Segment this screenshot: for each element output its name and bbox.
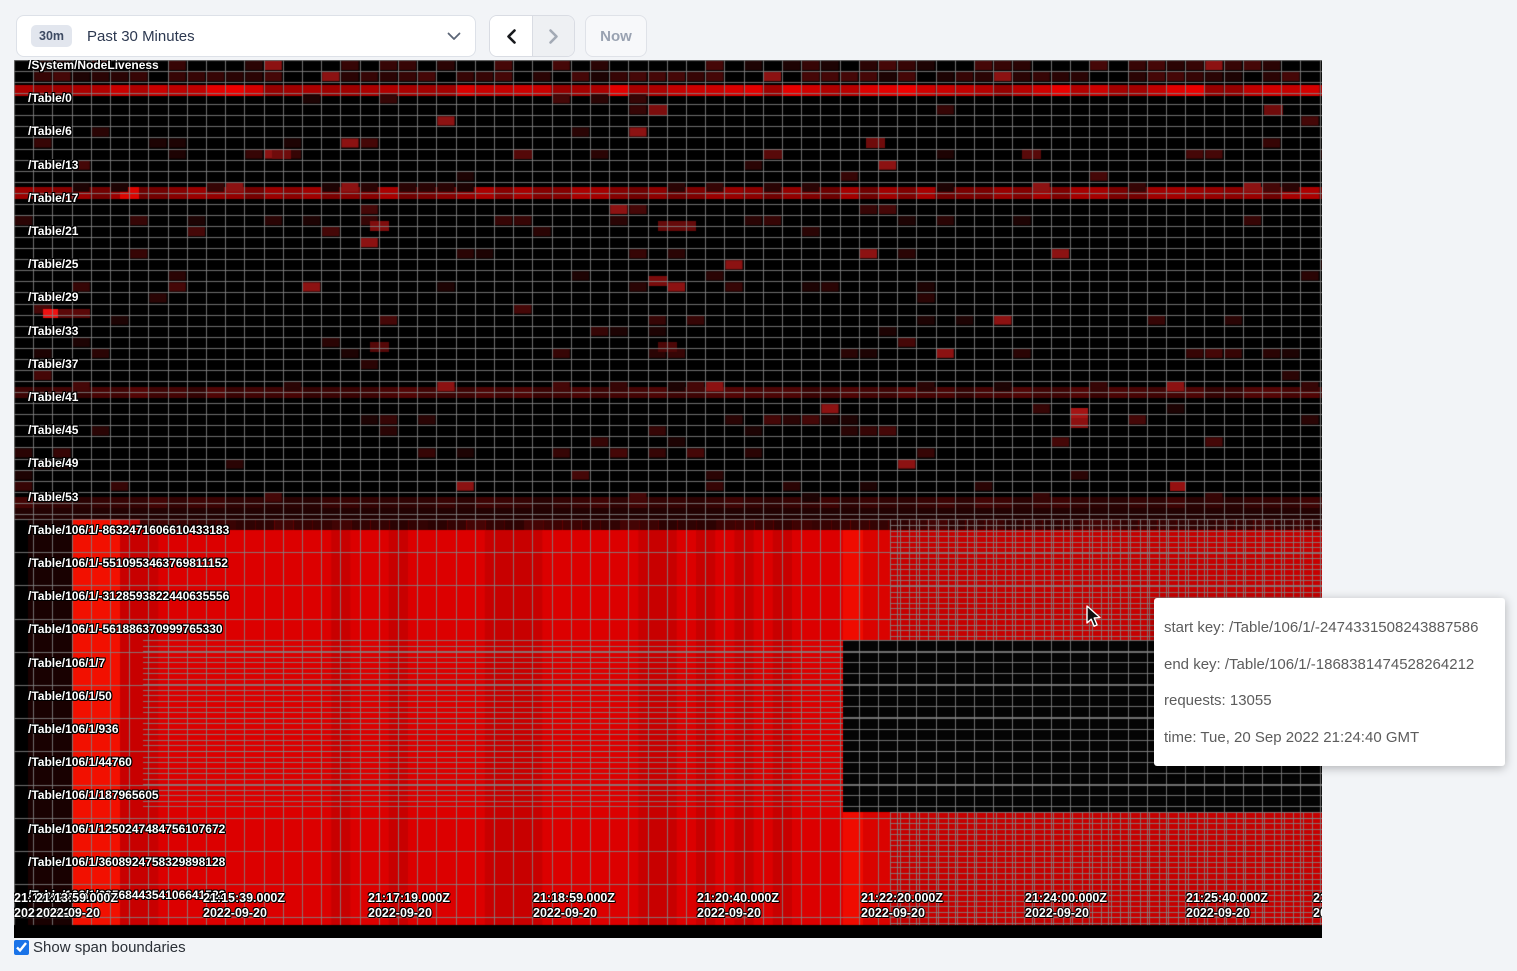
- key-visualizer-page: 30m Past 30 Minutes Now /System/NodeLive…: [0, 0, 1517, 971]
- tooltip-end-key: end key: /Table/106/1/-18683814745282642…: [1164, 647, 1495, 684]
- tooltip-time: time: Tue, 20 Sep 2022 21:24:40 GMT: [1164, 720, 1495, 757]
- time-range-badge: 30m: [31, 25, 72, 47]
- show-span-boundaries-control[interactable]: Show span boundaries: [14, 939, 186, 956]
- show-span-boundaries-checkbox[interactable]: [14, 940, 29, 955]
- tooltip-start-key: start key: /Table/106/1/-247433150824388…: [1164, 610, 1495, 647]
- tooltip-requests: requests: 13055: [1164, 683, 1495, 720]
- hover-tooltip: start key: /Table/106/1/-247433150824388…: [1154, 598, 1505, 766]
- chevron-left-icon: [504, 28, 519, 45]
- chevron-down-icon: [447, 32, 461, 41]
- next-time-button[interactable]: [532, 16, 574, 56]
- chevron-right-icon: [546, 28, 561, 45]
- prev-time-button[interactable]: [490, 16, 532, 56]
- time-nav-group: [489, 15, 575, 57]
- time-range-select[interactable]: 30m Past 30 Minutes: [16, 15, 476, 57]
- key-visualizer-heatmap: /System/NodeLiveness/Table/0/Table/6/Tab…: [14, 60, 1322, 938]
- now-button[interactable]: Now: [585, 15, 647, 57]
- heatmap-canvas[interactable]: [14, 60, 1322, 938]
- show-span-boundaries-label: Show span boundaries: [33, 939, 186, 956]
- time-range-label: Past 30 Minutes: [87, 28, 447, 45]
